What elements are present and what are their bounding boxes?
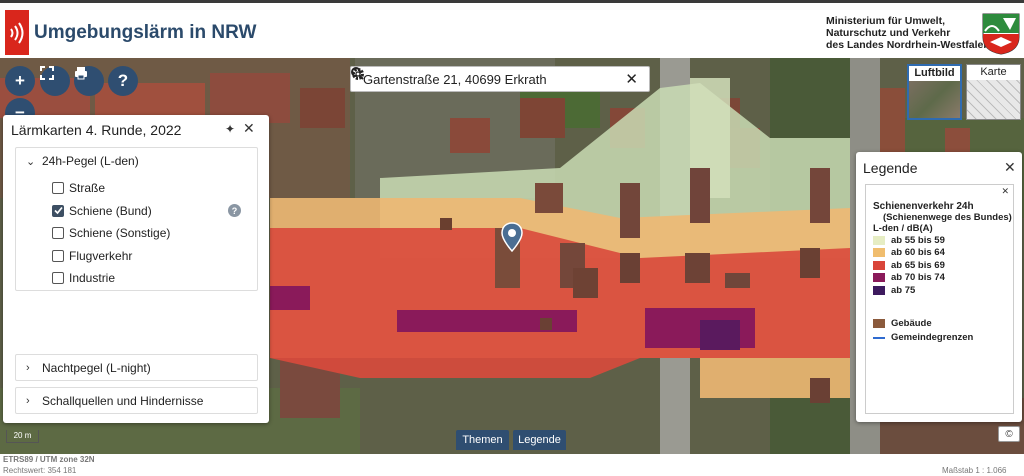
swatch — [873, 319, 885, 328]
group-label: Nachtpegel (L-night) — [42, 360, 151, 375]
checkbox-checked[interactable] — [52, 204, 64, 217]
legend-unit: L-den / dB(A) — [873, 223, 933, 234]
legend-content: ✕ Schienenverkehr 24h (Schienenwege des … — [865, 184, 1014, 414]
legend-class-75: ab 75 — [873, 284, 1013, 297]
search-input[interactable]: Gartenstraße 21, 40699 Erkrath — [363, 72, 625, 87]
layer-item-strasse[interactable]: Straße — [16, 177, 257, 200]
group-label: Schallquellen und Hindernisse — [42, 393, 204, 408]
close-legend-item-icon[interactable]: ✕ — [1001, 186, 1009, 197]
line-swatch — [873, 336, 885, 339]
checkbox[interactable] — [52, 272, 64, 285]
close-legend-icon[interactable]: ✕ — [1004, 159, 1016, 176]
nrw-crest-icon — [982, 13, 1020, 55]
legend-panel: Legende ✕ ✕ Schienenverkehr 24h (Schiene… — [856, 152, 1022, 422]
layer-label: Flugverkehr — [69, 248, 133, 263]
swatch — [873, 235, 885, 245]
printer-icon — [75, 67, 87, 80]
pin-panel-icon[interactable]: ✦ — [225, 122, 235, 136]
group-nachtpegel[interactable]: › Nachtpegel (L-night) — [15, 354, 258, 381]
group-24h-pegel: ⌄ 24h-Pegel (L-den) Straße Schiene (Bund… — [15, 147, 258, 291]
legend-class-65: ab 65 bis 69 — [873, 259, 1013, 272]
layer-panel: Lärmkarten 4. Runde, 2022 ✦ ✕ ⌄ 24h-Pege… — [3, 115, 269, 423]
checkbox[interactable] — [52, 249, 64, 262]
clear-search-icon[interactable]: ✕ — [625, 70, 638, 88]
legend-heading: Schienenverkehr 24h — [873, 201, 974, 212]
aerial-thumbnail — [909, 81, 960, 118]
info-help-icon[interactable]: ? — [228, 204, 241, 218]
legend-gemeindegrenzen: Gemeindegrenzen — [873, 331, 1013, 345]
basemap-karte-button[interactable]: Karte — [966, 64, 1021, 120]
legend-class-label: ab 60 bis 64 — [891, 247, 945, 259]
print-button[interactable] — [74, 66, 104, 96]
layer-item-schiene-sonstige[interactable]: Schiene (Sonstige) — [16, 222, 257, 245]
swatch — [873, 285, 885, 295]
legend-class-55: ab 55 bis 59 — [873, 234, 1013, 247]
rechtswert-label: Rechtswert: 354 181 — [3, 466, 77, 475]
tab-legende[interactable]: Legende — [513, 430, 566, 450]
address-search-bar[interactable]: Gartenstraße 21, 40699 Erkrath ✕ — [350, 66, 650, 92]
legend-class-70: ab 70 bis 74 — [873, 272, 1013, 285]
close-panel-icon[interactable]: ✕ — [243, 120, 255, 137]
basemap-karte-label: Karte — [980, 66, 1007, 78]
map-thumbnail — [967, 80, 1020, 119]
legend-subheading: (Schienenwege des Bundes) — [883, 212, 1012, 223]
legend-class-label: ab 70 bis 74 — [891, 272, 945, 284]
checkmark-icon — [53, 207, 63, 215]
basemap-luftbild-button[interactable]: Luftbild — [907, 64, 962, 120]
scale-ratio-label: Maßstab 1 : 1.066 — [942, 466, 1007, 475]
location-pin-icon[interactable] — [501, 222, 523, 252]
app-title: Umgebungslärm in NRW — [34, 22, 257, 43]
swatch — [873, 248, 885, 258]
basemap-luftbild-label: Luftbild — [914, 67, 955, 79]
layer-label: Industrie — [69, 271, 116, 286]
tab-themen[interactable]: Themen — [456, 430, 509, 450]
crs-label: ETRS89 / UTM zone 32N — [3, 455, 95, 464]
legend-title: Legende — [863, 160, 918, 176]
scale-bar: 20 m — [6, 430, 39, 443]
group-label: 24h-Pegel (L-den) — [42, 154, 139, 168]
chevron-right-icon: › — [26, 361, 30, 374]
group-schallquellen[interactable]: › Schallquellen und Hindernisse — [15, 387, 258, 414]
layer-item-schiene-bund[interactable]: Schiene (Bund) ? — [16, 200, 257, 223]
layer-label: Schiene (Sonstige) — [69, 226, 171, 241]
fullscreen-button[interactable] — [40, 66, 70, 96]
legend-class-label: ab 75 — [891, 284, 916, 296]
checkbox[interactable] — [52, 182, 64, 195]
legend-extra-label: Gebäude — [891, 318, 932, 329]
layer-item-flugverkehr[interactable]: Flugverkehr — [16, 245, 257, 268]
ministry-name: Ministerium für Umwelt, Naturschutz und … — [826, 15, 990, 51]
group-24h-pegel-header[interactable]: ⌄ 24h-Pegel (L-den) — [16, 151, 257, 171]
help-button[interactable]: ? — [108, 66, 138, 96]
legend-extra-label: Gemeindegrenzen — [891, 332, 974, 343]
layer-label: Straße — [69, 181, 106, 196]
layer-label: Schiene (Bund) — [69, 203, 152, 218]
copyright-icon[interactable]: © — [998, 426, 1020, 442]
layer-item-industrie[interactable]: Industrie — [16, 267, 257, 290]
legend-class-label: ab 65 bis 69 — [891, 259, 945, 271]
fullscreen-icon — [40, 66, 54, 80]
chevron-right-icon: › — [26, 394, 30, 407]
sound-waves-logo-icon — [5, 10, 29, 55]
checkbox[interactable] — [52, 227, 64, 240]
zoom-in-button[interactable]: + — [5, 66, 35, 96]
swatch — [873, 273, 885, 283]
legend-class-label: ab 55 bis 59 — [891, 234, 945, 246]
swatch — [873, 260, 885, 270]
status-footer: ETRS89 / UTM zone 32N Rechtswert: 354 18… — [0, 454, 1024, 476]
legend-class-60: ab 60 bis 64 — [873, 247, 1013, 260]
legend-gebaeude: Gebäude — [873, 317, 1013, 331]
chevron-down-icon: ⌄ — [26, 155, 36, 168]
layer-panel-title: Lärmkarten 4. Runde, 2022 — [11, 122, 182, 138]
app-header: Umgebungslärm in NRW Ministerium für Umw… — [0, 0, 1024, 58]
